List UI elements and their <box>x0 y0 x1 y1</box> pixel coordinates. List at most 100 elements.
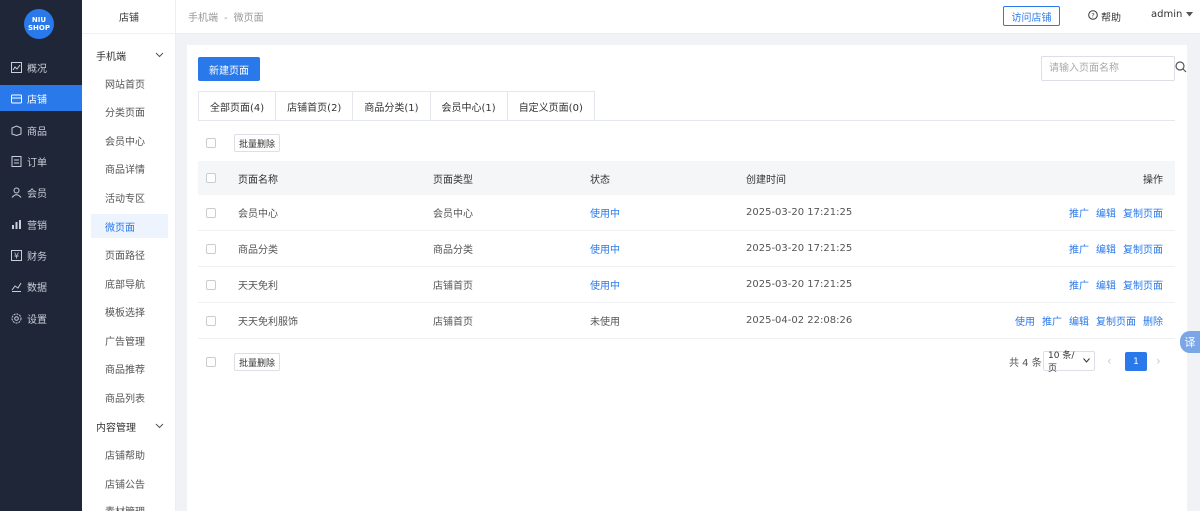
table-row: 天天免利服饰 店铺首页 未使用 2025-04-02 22:08:26 使用 推… <box>198 303 1175 339</box>
chevron-down-icon <box>155 421 164 432</box>
tab-custom[interactable]: 自定义页面(0) <box>507 91 595 121</box>
next-page-button[interactable]: › <box>1156 354 1161 368</box>
row-name: 会员中心 <box>238 209 278 220</box>
chevron-down-icon <box>1083 356 1090 366</box>
store-icon <box>10 92 22 104</box>
tab-goods-category[interactable]: 商品分类(1) <box>353 91 431 121</box>
sub-item-recommend[interactable]: 商品推荐 <box>91 356 168 380</box>
caret-down-icon <box>1186 9 1194 20</box>
user-menu[interactable]: admin <box>1151 9 1194 20</box>
footer-batch-delete-button[interactable]: 批量删除 <box>234 353 281 371</box>
prev-page-button[interactable]: ‹ <box>1107 354 1112 368</box>
edit-link[interactable]: 编辑 <box>1096 241 1116 256</box>
goods-icon <box>10 124 22 136</box>
translate-float-button[interactable]: 译 <box>1180 331 1200 353</box>
promote-link[interactable]: 推广 <box>1069 241 1089 256</box>
copy-page-link[interactable]: 复制页面 <box>1123 277 1163 292</box>
nav-item-goods[interactable]: 商品 <box>0 117 82 143</box>
svg-text:?: ? <box>1091 12 1094 20</box>
row-status: 使用中 <box>590 281 620 292</box>
nav-item-marketing[interactable]: 营销 <box>0 211 82 237</box>
sub-item-goods-list[interactable]: 商品列表 <box>91 385 168 409</box>
nav-item-data[interactable]: 数据 <box>0 273 82 299</box>
niushop-logo[interactable]: NIU SHOP <box>24 9 54 39</box>
copy-page-link[interactable]: 复制页面 <box>1123 241 1163 256</box>
sub-item-home[interactable]: 网站首页 <box>91 71 168 95</box>
table-row: 会员中心 会员中心 使用中 2025-03-20 17:21:25 推广 编辑 … <box>198 195 1175 231</box>
sub-item-bottom-nav[interactable]: 底部导航 <box>91 271 168 295</box>
nav-item-overview[interactable]: 概况 <box>0 54 82 80</box>
finance-icon: ¥ <box>10 249 22 261</box>
sub-item-material[interactable]: 素材管理 <box>91 498 168 511</box>
edit-link[interactable]: 编辑 <box>1096 205 1116 220</box>
row-actions: 推广 编辑 复制页面 <box>1069 267 1163 302</box>
search-icon <box>1175 61 1187 76</box>
sub-item-member[interactable]: 会员中心 <box>91 128 168 152</box>
row-checkbox[interactable] <box>206 315 216 326</box>
search-input[interactable] <box>1042 57 1174 80</box>
data-icon <box>10 280 22 292</box>
tab-divider <box>198 120 1175 121</box>
edit-link[interactable]: 编辑 <box>1069 313 1089 328</box>
promote-link[interactable]: 推广 <box>1069 205 1089 220</box>
tab-store-home[interactable]: 店铺首页(2) <box>276 91 354 121</box>
sub-item-help[interactable]: 店铺帮助 <box>91 442 168 466</box>
sub-item-activity[interactable]: 活动专区 <box>91 185 168 209</box>
nav-item-order[interactable]: 订单 <box>0 148 82 174</box>
nav-item-finance[interactable]: ¥ 财务 <box>0 242 82 268</box>
breadcrumb: 手机端 - 微页面 <box>188 13 264 24</box>
select-all-checkbox[interactable] <box>206 138 216 148</box>
row-name: 天天免利服饰 <box>238 317 298 328</box>
use-link[interactable]: 使用 <box>1015 313 1035 328</box>
row-type: 商品分类 <box>433 245 473 256</box>
sub-item-template[interactable]: 模板选择 <box>91 299 168 323</box>
nav-item-member[interactable]: 会员 <box>0 179 82 205</box>
sub-item-goods-detail[interactable]: 商品详情 <box>91 156 168 180</box>
row-type: 会员中心 <box>433 209 473 220</box>
row-status: 使用中 <box>590 209 620 220</box>
tab-all[interactable]: 全部页面(4) <box>198 91 277 121</box>
col-name: 页面名称 <box>238 174 278 186</box>
total-count: 共 4 条 <box>1009 358 1042 369</box>
row-checkbox[interactable] <box>206 243 216 254</box>
search-button[interactable] <box>1174 57 1187 80</box>
row-time: 2025-04-02 22:08:26 <box>746 315 853 326</box>
breadcrumb-parent[interactable]: 手机端 <box>188 13 218 24</box>
group-mobile[interactable]: 手机端 <box>96 48 172 63</box>
help-link[interactable]: ? 帮助 <box>1088 9 1121 24</box>
search-box <box>1041 56 1187 81</box>
new-page-button[interactable]: 新建页面 <box>198 57 260 81</box>
sub-item-page-path[interactable]: 页面路径 <box>91 242 168 266</box>
sub-item-micro-page[interactable]: 微页面 <box>91 214 168 238</box>
sub-item-category[interactable]: 分类页面 <box>91 99 168 123</box>
row-actions: 推广 编辑 复制页面 <box>1069 231 1163 266</box>
nav-item-store[interactable]: 店铺 <box>0 85 82 111</box>
micro-page-panel: 新建页面 全部页面(4) 店铺首页(2) 商品分类(1) 会员中心(1) 自定义… <box>187 45 1187 511</box>
page-size-select[interactable]: 10 条/页 <box>1043 351 1095 374</box>
promote-link[interactable]: 推广 <box>1069 277 1089 292</box>
row-checkbox[interactable] <box>206 207 216 218</box>
tab-member-center[interactable]: 会员中心(1) <box>430 91 508 121</box>
row-time: 2025-03-20 17:21:25 <box>746 207 853 218</box>
visit-store-button[interactable]: 访问店铺 <box>1003 6 1060 26</box>
breadcrumb-current: 微页面 <box>233 13 264 24</box>
copy-page-link[interactable]: 复制页面 <box>1096 313 1136 328</box>
row-time: 2025-03-20 17:21:25 <box>746 279 853 290</box>
batch-delete-button[interactable]: 批量删除 <box>234 134 281 152</box>
header-checkbox[interactable] <box>206 173 216 183</box>
sub-item-notice[interactable]: 店铺公告 <box>91 471 168 495</box>
promote-link[interactable]: 推广 <box>1042 313 1062 328</box>
help-circle-icon: ? <box>1088 10 1098 23</box>
group-content[interactable]: 内容管理 <box>96 419 172 434</box>
edit-link[interactable]: 编辑 <box>1096 277 1116 292</box>
nav-item-settings[interactable]: 设置 <box>0 305 82 331</box>
main-sidebar: NIU SHOP 概况 店铺 商品 订单 会员 营销 ¥ 财务 数据 设置 <box>0 0 82 511</box>
page-number-button[interactable]: 1 <box>1125 352 1147 371</box>
footer-select-all-checkbox[interactable] <box>206 357 216 367</box>
row-checkbox[interactable] <box>206 279 216 290</box>
settings-icon <box>10 312 22 324</box>
col-ops: 操作 <box>1143 174 1163 186</box>
delete-link[interactable]: 删除 <box>1143 313 1163 328</box>
sub-item-ads[interactable]: 广告管理 <box>91 328 168 352</box>
copy-page-link[interactable]: 复制页面 <box>1123 205 1163 220</box>
